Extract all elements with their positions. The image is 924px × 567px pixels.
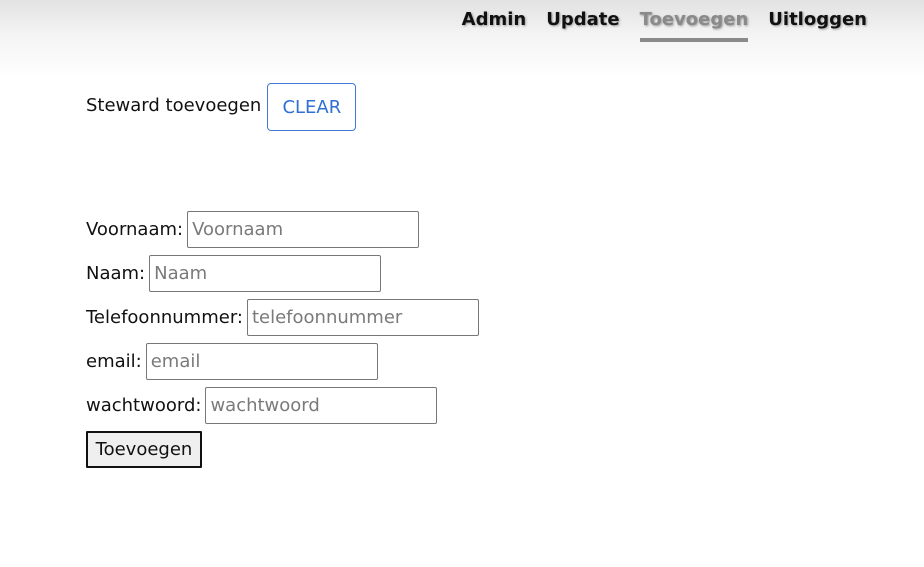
naam-input[interactable] (149, 255, 382, 292)
form-row-voornaam: Voornaam: (86, 211, 479, 248)
email-label: email: (86, 351, 142, 372)
nav-uitloggen[interactable]: Uitloggen (768, 8, 867, 42)
add-steward-form: Voornaam: Naam: Telefoonnummer: email: w… (86, 211, 479, 468)
page-header: Steward toevoegen CLEAR (86, 83, 357, 131)
form-row-naam: Naam: (86, 255, 479, 292)
nav-toevoegen[interactable]: Toevoegen (639, 8, 749, 42)
clear-button[interactable]: CLEAR (267, 83, 357, 131)
email-input[interactable] (145, 343, 378, 380)
naam-label: Naam: (86, 263, 146, 284)
top-navigation-bar: Admin Update Toevoegen Uitloggen (0, 0, 924, 78)
wachtwoord-label: wachtwoord: (86, 395, 202, 416)
telefoonnummer-input[interactable] (246, 299, 479, 336)
nav-update[interactable]: Update (546, 8, 619, 42)
voornaam-input[interactable] (187, 211, 420, 248)
page-title: Steward toevoegen (86, 95, 262, 116)
telefoonnummer-label: Telefoonnummer: (86, 307, 243, 328)
form-row-wachtwoord: wachtwoord: (86, 387, 479, 424)
form-row-email: email: (86, 343, 479, 380)
form-row-telefoonnummer: Telefoonnummer: (86, 299, 479, 336)
main-nav: Admin Update Toevoegen Uitloggen (462, 8, 867, 42)
voornaam-label: Voornaam: (86, 219, 184, 240)
nav-admin[interactable]: Admin (462, 8, 527, 42)
submit-button[interactable]: Toevoegen (86, 431, 202, 468)
wachtwoord-input[interactable] (205, 387, 438, 424)
